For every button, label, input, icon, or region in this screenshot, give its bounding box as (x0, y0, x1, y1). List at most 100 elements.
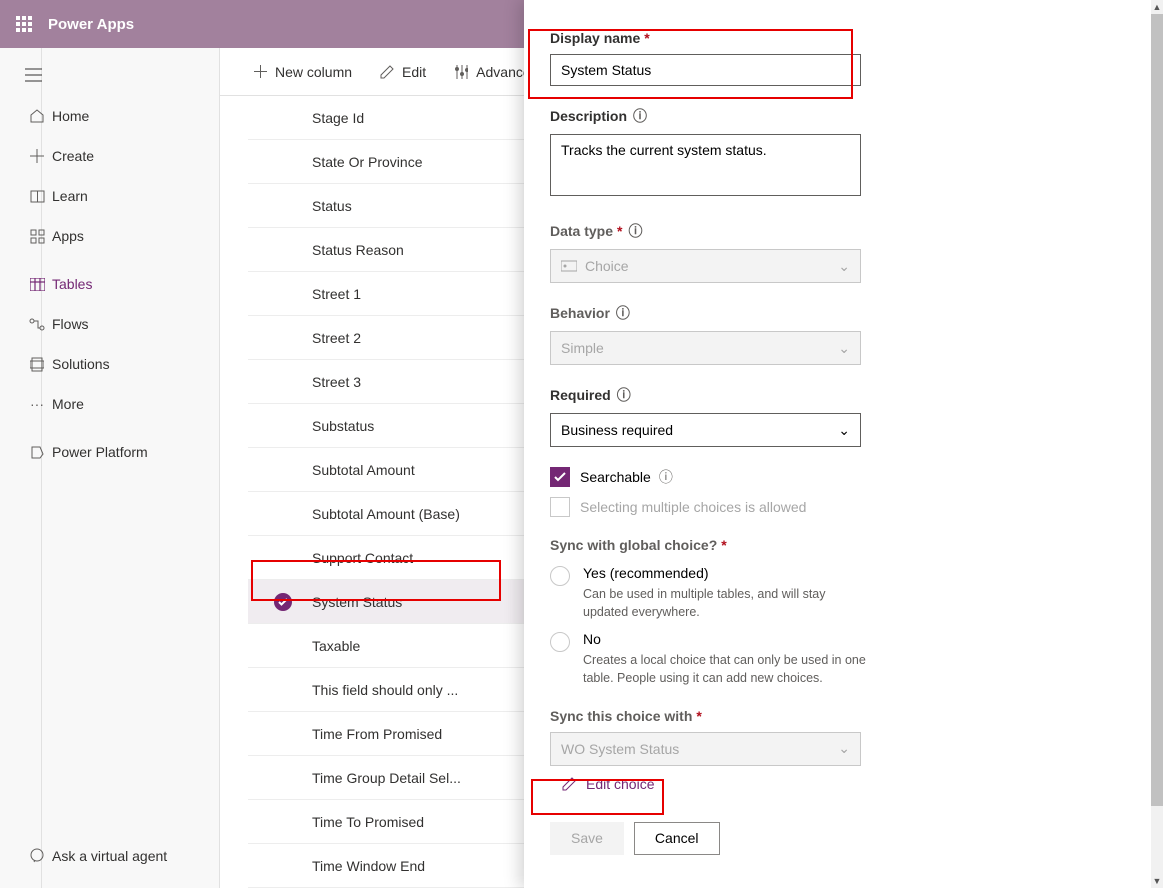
nav-label: Tables (52, 276, 92, 292)
scroll-thumb[interactable] (1151, 14, 1163, 806)
behavior-label: Behaviorⓘ (550, 303, 1131, 323)
column-name: Time To Promised (312, 814, 424, 830)
chat-icon (22, 848, 52, 864)
nav-list: Home Create Learn Apps Tables Flows Solu… (42, 48, 220, 888)
nav-label: Home (52, 108, 89, 124)
info-icon[interactable]: ⓘ (616, 303, 630, 323)
platform-icon (22, 445, 52, 460)
nav-label: Learn (52, 188, 88, 204)
column-name: Stage Id (312, 110, 364, 126)
chevron-down-icon: ⌄ (838, 258, 850, 275)
selected-check-icon (274, 593, 292, 611)
column-name: Support Contact (312, 550, 413, 566)
app-title: Power Apps (48, 16, 134, 33)
column-name: System Status (312, 594, 402, 610)
table-icon (22, 278, 52, 291)
solutions-icon (22, 357, 52, 372)
radio-icon (550, 566, 570, 586)
nav-label: Power Platform (52, 444, 148, 460)
info-icon[interactable]: ⓘ (617, 385, 631, 405)
column-name: Street 3 (312, 374, 361, 390)
radio-label: Yes (recommended) (583, 565, 858, 581)
required-select[interactable]: Business required⌄ (550, 413, 861, 447)
waffle-icon[interactable] (4, 4, 44, 44)
nav-home[interactable]: Home (12, 96, 219, 136)
info-icon[interactable]: ⓘ (633, 106, 647, 126)
nav-create[interactable]: Create (12, 136, 219, 176)
column-name: Subtotal Amount (Base) (312, 506, 460, 522)
nav-power-platform[interactable]: Power Platform (12, 432, 219, 472)
radio-icon (550, 632, 570, 652)
chevron-down-icon: ⌄ (838, 740, 850, 757)
sync-with-label: Sync this choice with* (550, 708, 1131, 724)
edit-button[interactable]: Edit (376, 58, 430, 86)
nav-ask[interactable]: Ask a virtual agent (12, 836, 167, 876)
edit-choice-button[interactable]: Edit choice (550, 770, 666, 798)
multiple-checkbox-row: Selecting multiple choices is allowed (550, 497, 1131, 517)
sync-no-option: No Creates a local choice that can only b… (550, 631, 1131, 687)
hamburger-icon[interactable] (12, 58, 54, 92)
nav-label: Create (52, 148, 94, 164)
column-name: Time Group Detail Sel... (312, 770, 461, 786)
display-name-input[interactable] (550, 54, 861, 86)
radio-sublabel: Can be used in multiple tables, and will… (583, 585, 858, 621)
sync-with-select: WO System Status⌄ (550, 732, 861, 766)
display-name-label: Display name* (550, 30, 1131, 46)
radio-sublabel: Creates a local choice that can only be … (583, 651, 873, 687)
nav-label: Solutions (52, 356, 110, 372)
nav-learn[interactable]: Learn (12, 176, 219, 216)
searchable-checkbox-row[interactable]: Searchable ⓘ (550, 467, 1131, 487)
flow-icon (22, 318, 52, 331)
description-input[interactable]: Tracks the current system status. (550, 134, 861, 196)
nav-tables[interactable]: Tables (12, 264, 219, 304)
nav-label: Ask a virtual agent (52, 848, 167, 864)
new-column-button[interactable]: New column (250, 58, 356, 86)
scroll-up-icon[interactable]: ▲ (1151, 0, 1163, 14)
sync-global-label: Sync with global choice?* (550, 537, 1131, 553)
nav-label: Flows (52, 316, 89, 332)
button-label: Edit choice (586, 776, 654, 792)
edit-column-panel: Display name* Descriptionⓘ Tracks the cu… (524, 0, 1151, 888)
nav-label: More (52, 396, 84, 412)
column-name: Street 1 (312, 286, 361, 302)
checkbox-label: Searchable (580, 469, 651, 485)
book-icon (22, 190, 52, 203)
checkbox-unchecked-icon (550, 497, 570, 517)
home-icon (22, 108, 52, 124)
column-name: Time Window End (312, 858, 425, 874)
column-name: Subtotal Amount (312, 462, 415, 478)
checkbox-label: Selecting multiple choices is allowed (580, 499, 806, 515)
save-button: Save (550, 822, 624, 855)
behavior-select: Simple⌄ (550, 331, 861, 365)
column-name: Status (312, 198, 352, 214)
nav-solutions[interactable]: Solutions (12, 344, 219, 384)
cancel-button[interactable]: Cancel (634, 822, 720, 855)
data-type-label: Data type*ⓘ (550, 221, 1131, 241)
required-label: Requiredⓘ (550, 385, 1131, 405)
column-name: Time From Promised (312, 726, 442, 742)
column-name: This field should only ... (312, 682, 458, 698)
nav-label: Apps (52, 228, 84, 244)
info-icon[interactable]: ⓘ (628, 221, 642, 241)
chevron-down-icon: ⌄ (838, 422, 850, 439)
scroll-down-icon[interactable]: ▼ (1151, 874, 1163, 888)
sync-yes-option: Yes (recommended) Can be used in multiple… (550, 565, 1131, 621)
nav-flows[interactable]: Flows (12, 304, 219, 344)
info-icon[interactable]: ⓘ (659, 467, 673, 487)
column-name: State Or Province (312, 154, 423, 170)
radio-label: No (583, 631, 873, 647)
scrollbar[interactable]: ▲ ▼ (1151, 0, 1163, 888)
more-icon: ··· (22, 396, 52, 412)
button-label: New column (275, 64, 352, 80)
data-type-select: Choice⌄ (550, 249, 861, 283)
column-name: Status Reason (312, 242, 404, 258)
column-name: Substatus (312, 418, 374, 434)
nav-more[interactable]: ···More (12, 384, 219, 424)
checkbox-checked-icon (550, 467, 570, 487)
column-name: Taxable (312, 638, 360, 654)
description-label: Descriptionⓘ (550, 106, 1131, 126)
plus-icon (22, 149, 52, 163)
nav-apps[interactable]: Apps (12, 216, 219, 256)
column-name: Street 2 (312, 330, 361, 346)
apps-icon (22, 229, 52, 244)
